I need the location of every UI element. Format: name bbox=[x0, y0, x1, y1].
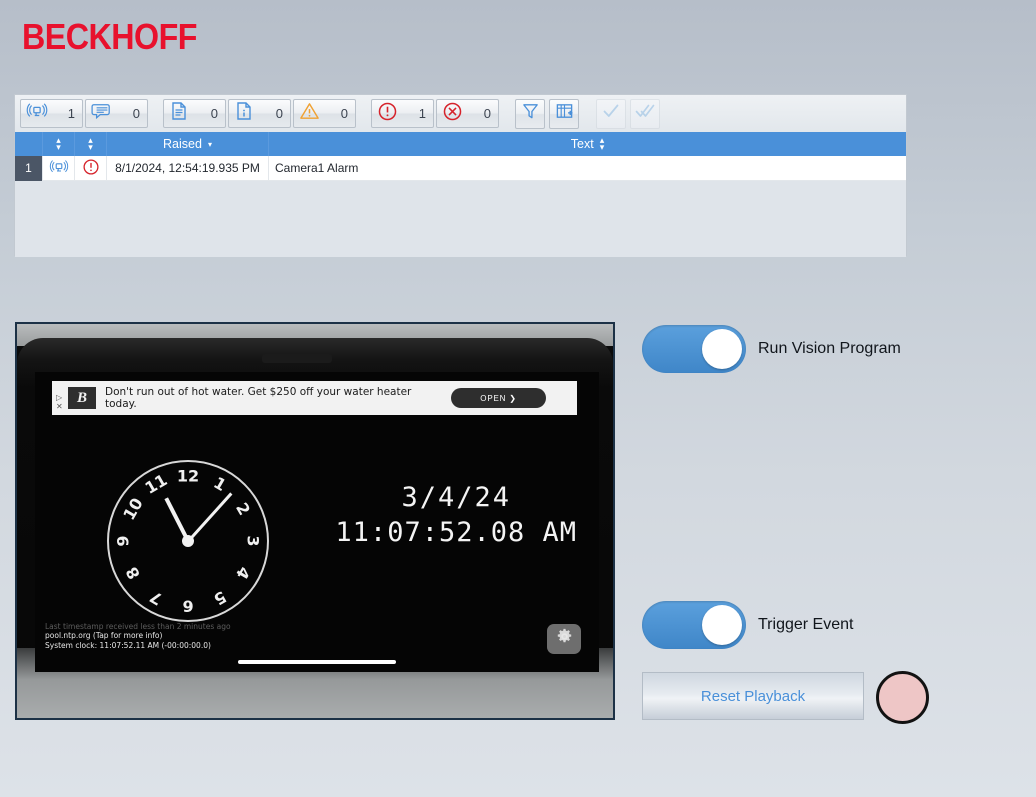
row-text: Camera1 Alarm bbox=[275, 161, 359, 175]
trigger-event-toggle-row: Trigger Event bbox=[642, 601, 853, 649]
counter-value: 1 bbox=[418, 106, 426, 121]
digital-time: 11:07:52.08 AM bbox=[335, 517, 577, 548]
counter-value: 0 bbox=[275, 106, 283, 121]
sort-arrows-icon: ▴ ▾ bbox=[56, 135, 61, 152]
trigger-event-label: Trigger Event bbox=[758, 616, 854, 633]
table-header-row: ▴ ▾ ▴ ▾ Raised ▾ Text ▴ ▾ bbox=[15, 132, 906, 156]
status-lamp bbox=[876, 671, 929, 724]
header-raised[interactable]: Raised ▾ bbox=[107, 132, 269, 156]
header-raised-label: Raised bbox=[163, 137, 202, 151]
double-check-icon bbox=[635, 101, 655, 126]
digital-clock: 3/4/24 11:07:52.08 AM bbox=[335, 482, 577, 548]
header-text[interactable]: Text ▴ ▾ bbox=[269, 132, 906, 156]
header-text-label: Text bbox=[570, 137, 594, 151]
message-icon bbox=[91, 102, 113, 125]
info-doc-icon bbox=[234, 101, 254, 126]
table-row[interactable]: 1 8/1/2024, 12:54:19.935 PM Camera1 Alar… bbox=[15, 155, 906, 181]
counter-value: 0 bbox=[340, 106, 348, 121]
sort-arrows-icon: ▴ ▾ bbox=[599, 135, 605, 152]
clock-numeral: 10 bbox=[118, 494, 147, 524]
sort-desc-icon: ▾ bbox=[207, 139, 212, 149]
clock-numeral: 7 bbox=[146, 586, 166, 609]
row-number: 1 bbox=[15, 155, 43, 181]
counter-warning[interactable]: 0 bbox=[293, 99, 356, 128]
filter-icon-button[interactable] bbox=[515, 98, 545, 129]
row-severity-icon-cell bbox=[75, 155, 107, 181]
acknowledge-all-button[interactable] bbox=[630, 98, 660, 129]
row-source-icon-cell bbox=[43, 155, 75, 181]
gear-icon bbox=[556, 628, 573, 650]
header-number bbox=[15, 132, 43, 156]
header-severity-sort[interactable]: ▴ ▾ bbox=[75, 132, 107, 156]
clock-numeral: 2 bbox=[232, 499, 255, 519]
ad-banner[interactable]: ▷ ✕ B Don't run out of hot water. Get $25… bbox=[52, 381, 577, 415]
run-vision-label: Run Vision Program bbox=[758, 340, 901, 357]
clock-numeral: 5 bbox=[210, 586, 230, 609]
clock-numeral: 9 bbox=[113, 535, 133, 547]
clock-numeral: 4 bbox=[232, 563, 255, 583]
settings-button[interactable] bbox=[547, 624, 581, 654]
device-screen: ▷ ✕ B Don't run out of hot water. Get $25… bbox=[35, 372, 599, 672]
device-notch bbox=[262, 354, 333, 363]
alarm-table-body: 1 8/1/2024, 12:54:19.935 PM Camera1 Alar… bbox=[15, 155, 906, 257]
counter-error[interactable]: 1 bbox=[371, 99, 434, 128]
row-raised: 8/1/2024, 12:54:19.935 PM bbox=[107, 155, 269, 181]
clock-numeral: 1 bbox=[210, 473, 230, 496]
ad-text: Don't run out of hot water. Get $250 off… bbox=[105, 386, 412, 410]
counter-value: 1 bbox=[67, 106, 75, 121]
clock-center-cap bbox=[182, 535, 194, 547]
analog-clock: 12 1 2 3 4 5 6 7 8 9 10 11 bbox=[107, 460, 269, 622]
counter-document[interactable]: 0 bbox=[163, 99, 226, 128]
counter-value: 0 bbox=[132, 106, 140, 121]
ad-open-button[interactable]: OPEN ❯ bbox=[451, 388, 546, 408]
clock-numeral: 11 bbox=[141, 470, 171, 498]
ad-marks-icon: ▷ ✕ bbox=[56, 393, 63, 411]
home-indicator bbox=[238, 660, 396, 664]
toggle-knob bbox=[702, 605, 742, 645]
run-vision-toggle[interactable] bbox=[642, 325, 746, 373]
check-icon bbox=[601, 101, 621, 126]
critical-icon bbox=[442, 101, 463, 127]
table-empty-area bbox=[15, 181, 906, 257]
clock-minute-hand bbox=[186, 492, 232, 543]
status-line-3: System clock: 11:07:52.11 AM (-00:00:00.… bbox=[45, 640, 211, 650]
clock-numeral: 6 bbox=[182, 596, 194, 616]
document-icon bbox=[169, 101, 189, 126]
header-source-sort[interactable]: ▴ ▾ bbox=[43, 132, 75, 156]
ad-logo: B bbox=[68, 387, 96, 409]
clock-numeral: 8 bbox=[121, 563, 144, 583]
counter-broadcast[interactable]: 1 bbox=[20, 99, 83, 128]
sort-arrows-icon: ▴ ▾ bbox=[88, 135, 93, 152]
add-table-icon bbox=[555, 102, 574, 126]
trigger-event-toggle[interactable] bbox=[642, 601, 746, 649]
clock-numeral: 3 bbox=[243, 535, 263, 547]
run-vision-toggle-row: Run Vision Program bbox=[642, 325, 901, 373]
warning-icon bbox=[299, 101, 320, 126]
toggle-knob bbox=[702, 329, 742, 369]
alarm-panel: 1 0 0 0 0 1 0 ▴ ▾ ▴ ▾ Raised ▾ Text ▴ ▾ … bbox=[14, 94, 907, 257]
digital-date: 3/4/24 bbox=[401, 482, 511, 513]
alarm-table: ▴ ▾ ▴ ▾ Raised ▾ Text ▴ ▾ 1 8/1/2024, 12… bbox=[15, 132, 906, 257]
alarm-toolbar: 1 0 0 0 0 1 0 bbox=[15, 95, 906, 132]
error-icon bbox=[82, 158, 100, 179]
add-table-button[interactable] bbox=[549, 98, 579, 129]
status-line-1: Last timestamp received less than 2 minu… bbox=[45, 621, 231, 631]
counter-value: 0 bbox=[483, 106, 491, 121]
error-icon bbox=[377, 101, 398, 127]
filter-icon bbox=[521, 102, 540, 126]
clock-status-text: Last timestamp received less than 2 minu… bbox=[45, 622, 231, 651]
counter-message[interactable]: 0 bbox=[85, 99, 148, 128]
acknowledge-button[interactable] bbox=[596, 98, 626, 129]
broadcast-icon bbox=[49, 159, 69, 178]
clock-numeral: 12 bbox=[176, 466, 200, 486]
reset-playback-button[interactable]: Reset Playback bbox=[642, 672, 864, 720]
camera-feed[interactable]: ▷ ✕ B Don't run out of hot water. Get $25… bbox=[15, 322, 615, 720]
status-line-2: pool.ntp.org (Tap for more info) bbox=[45, 631, 163, 640]
counter-info[interactable]: 0 bbox=[228, 99, 291, 128]
counter-critical[interactable]: 0 bbox=[436, 99, 499, 128]
counter-value: 0 bbox=[210, 106, 218, 121]
broadcast-icon bbox=[26, 102, 48, 125]
beckhoff-logo: BECKHOFF bbox=[22, 16, 197, 58]
